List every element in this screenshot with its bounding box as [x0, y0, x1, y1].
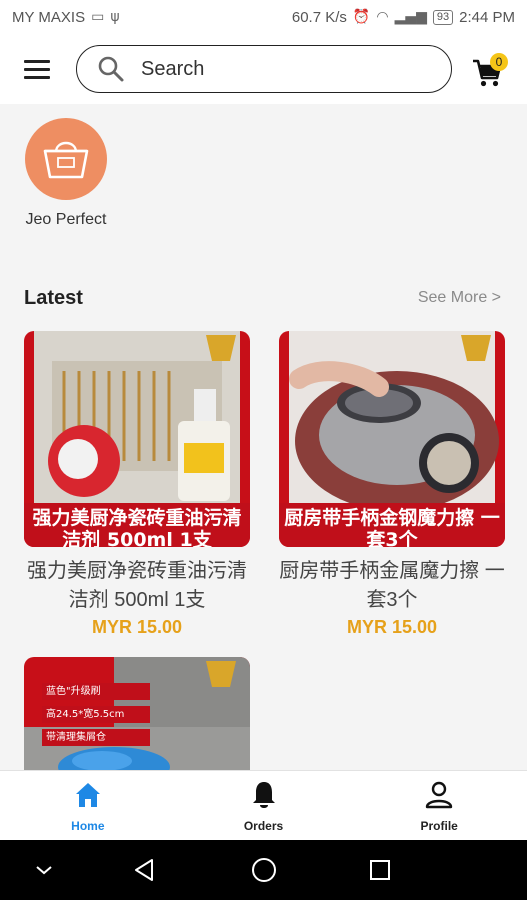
- hamburger-icon-line: [24, 76, 50, 79]
- main-content: Jeo Perfect Latest See More > 强力美厨净瓷砖重油污…: [0, 104, 527, 770]
- product-card[interactable]: 蓝色"升级刷 高24.5*宽5.5cm 带清理集屑仓: [24, 657, 250, 770]
- network-speed: 60.7 K/s: [291, 8, 347, 26]
- top-app-bar: 0: [0, 34, 527, 104]
- wifi-icon: ◠: [376, 9, 389, 25]
- nav-orders[interactable]: Orders: [176, 771, 352, 840]
- hamburger-icon-line: [24, 60, 50, 63]
- clock: 2:44 PM: [459, 8, 515, 26]
- product-tag: 高24.5*宽5.5cm: [42, 706, 150, 723]
- hamburger-icon-line: [24, 68, 50, 71]
- home-circle-icon[interactable]: [248, 854, 280, 886]
- carrier-name: MY MAXIS: [12, 8, 86, 26]
- see-more-link[interactable]: See More >: [418, 289, 501, 307]
- product-name: 强力美厨净瓷砖重油污清洁剂 500ml 1支: [27, 560, 247, 611]
- shopping-bag-icon: [43, 141, 89, 179]
- shop-name: Jeo Perfect: [25, 211, 107, 228]
- menu-button[interactable]: [22, 58, 52, 80]
- usb-icon: ψ: [110, 9, 120, 25]
- product-tag: 蓝色"升级刷: [42, 683, 150, 700]
- nav-label: Orders: [243, 818, 284, 833]
- product-price: MYR 15.00: [91, 617, 183, 637]
- nav-home[interactable]: Home: [0, 771, 176, 840]
- product-image: 蓝色"升级刷 高24.5*宽5.5cm 带清理集屑仓: [24, 657, 250, 770]
- screen-icon: ▭: [91, 9, 105, 25]
- alarm-icon: ⏰: [352, 9, 371, 25]
- product-tag: 带清理集屑仓: [42, 729, 150, 746]
- nav-label: Home: [71, 818, 105, 833]
- section-title: Latest: [24, 287, 83, 309]
- shop-item[interactable]: Jeo Perfect: [24, 118, 108, 230]
- shop-avatar: [25, 118, 107, 200]
- product-tags: 蓝色"升级刷 高24.5*宽5.5cm 带清理集屑仓: [42, 683, 150, 746]
- product-name: 厨房带手柄金属魔力擦 一套3个: [279, 560, 505, 611]
- product-card[interactable]: 强力美厨净瓷砖重油污清洁剂 500ml 1支 强力美厨净瓷砖重油污清洁剂 500…: [24, 331, 250, 638]
- cart-button[interactable]: 0: [471, 53, 511, 90]
- product-card[interactable]: 厨房带手柄金钢魔力擦 一套3个 厨房带手柄金属魔力擦 一套3个 MYR 15.0…: [279, 331, 505, 638]
- recents-icon[interactable]: [364, 854, 396, 886]
- bottom-navigation: Home Orders Profile: [0, 770, 527, 840]
- nav-label: Profile: [420, 818, 458, 833]
- status-bar: MY MAXIS ▭ ψ 60.7 K/s ⏰ ◠ ▂▄▆ 93 2:44 PM: [0, 0, 527, 34]
- bell-icon: [252, 781, 275, 808]
- search-bar[interactable]: [76, 45, 452, 93]
- product-image: 厨房带手柄金钢魔力擦 一套3个: [279, 331, 505, 547]
- back-icon[interactable]: [130, 854, 162, 886]
- person-icon: [425, 781, 453, 808]
- cart-count-badge: 0: [490, 53, 508, 71]
- nav-profile[interactable]: Profile: [351, 771, 527, 840]
- signal-icon: ▂▄▆: [394, 9, 427, 25]
- product-banner-text: 强力美厨净瓷砖重油污清洁剂 500ml 1支: [24, 503, 250, 547]
- chevron-down-icon[interactable]: [28, 854, 60, 886]
- search-icon: [98, 56, 124, 82]
- battery-indicator: 93: [432, 9, 454, 25]
- product-banner-text: 厨房带手柄金钢魔力擦 一套3个: [279, 503, 505, 547]
- search-input[interactable]: [141, 57, 421, 81]
- product-image: 强力美厨净瓷砖重油污清洁剂 500ml 1支: [24, 331, 250, 547]
- system-navigation-bar: [0, 840, 527, 900]
- product-price: MYR 15.00: [346, 617, 438, 637]
- home-icon: [75, 782, 100, 807]
